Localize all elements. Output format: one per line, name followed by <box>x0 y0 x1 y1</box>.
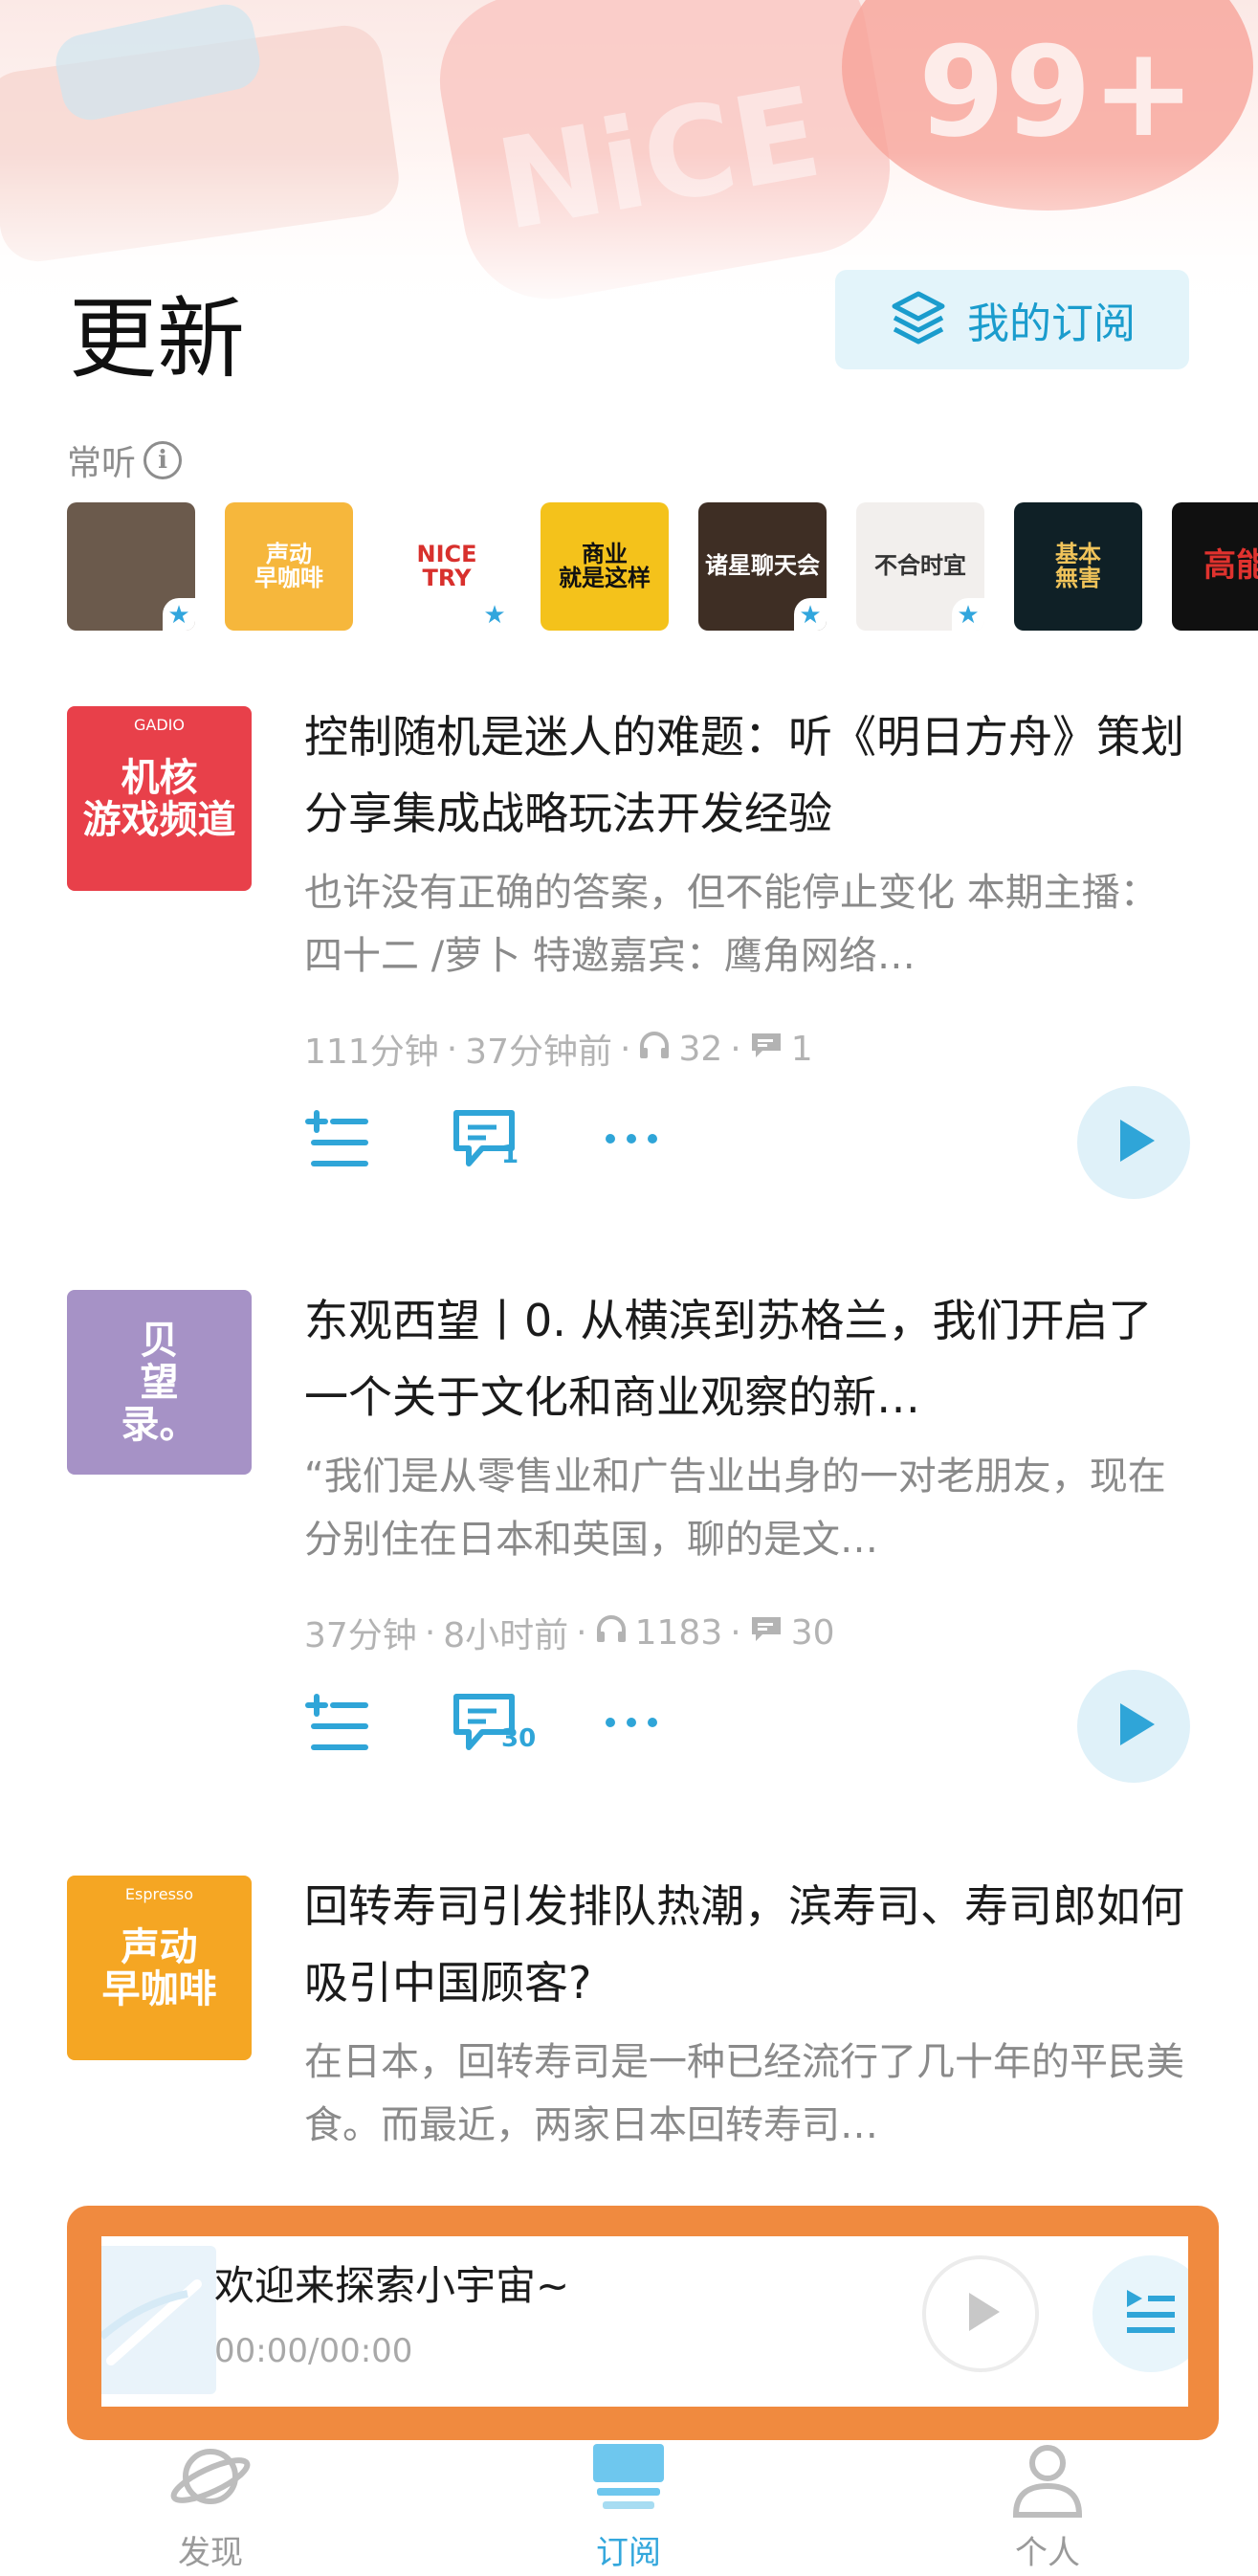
player-title: 欢迎来探索小宇宙~ <box>214 2262 570 2309</box>
tab-profile[interactable]: 个人 <box>952 2440 1143 2576</box>
bottom-tab-bar: 发现 订阅 个人 <box>0 2440 1258 2576</box>
subscription-stack-icon <box>585 2442 672 2519</box>
frequent-podcast-item[interactable]: 商业 就是这样 <box>541 502 669 631</box>
star-icon: ★ <box>794 598 827 631</box>
planet-icon <box>167 2442 254 2519</box>
star-icon: ★ <box>163 598 195 631</box>
mini-player-highlight: 欢迎来探索小宇宙~ 00:00/00:00 <box>67 2206 1219 2440</box>
episode-description: 在日本，回转寿司是一种已经流行了几十年的平民美食。而最近，两家日本回转寿司… <box>304 2040 1184 2147</box>
episode-cover-art: 贝 望 录。 <box>67 1290 252 1475</box>
podcast-cover-art: 基本 無害 <box>1014 502 1142 631</box>
frequent-podcast-item[interactable]: 声动 早咖啡 <box>225 502 353 631</box>
tab-discover[interactable]: 发现 <box>115 2440 306 2576</box>
frequent-podcast-item[interactable]: 高能 <box>1172 502 1258 631</box>
comment-icon[interactable]: 1 <box>452 1106 519 1171</box>
play-icon <box>958 2289 1004 2339</box>
my-subscriptions-label: 我的订阅 <box>967 300 1136 348</box>
episode-description: “我们是从零售业和广告业出身的一对老朋友，现在分别住在日本和英国，聊的是文… <box>304 1455 1166 1562</box>
more-options-icon[interactable] <box>599 1690 664 1755</box>
headphones-icon <box>638 1030 671 1069</box>
my-subscriptions-button[interactable]: 我的订阅 <box>835 270 1189 369</box>
add-to-queue-icon[interactable] <box>304 1690 369 1755</box>
play-icon <box>1109 1116 1159 1169</box>
comment-small-icon <box>749 1613 783 1653</box>
episode-title[interactable]: 控制随机是迷人的难题：听《明日方舟》策划分享集成战略玩法开发经验 <box>304 699 1184 852</box>
episode-card[interactable]: 贝 望 录。 东观西望丨0. 从横滨到苏格兰，我们开启了一个关于文化和商业观察的… <box>0 1282 1258 1818</box>
frequent-podcast-item[interactable]: 基本 無害 <box>1014 502 1142 631</box>
episode-meta: 37分钟 · 8小时前 · 1183 · 30 <box>304 1612 835 1656</box>
frequent-podcast-item[interactable]: 不合时宜 ★ <box>856 502 984 631</box>
playlist-icon <box>1123 2286 1179 2342</box>
more-options-icon[interactable] <box>599 1106 664 1171</box>
player-play-button[interactable] <box>922 2255 1039 2372</box>
tab-label: 个人 <box>1015 2534 1080 2572</box>
layers-icon <box>889 288 948 351</box>
episode-cover[interactable]: 声动 早咖啡 Espresso <box>67 1876 252 2060</box>
frequent-podcasts-row: ★ 声动 早咖啡 NICE TRY ★ 商业 就是这样 诸星聊天会 ★ 不合时宜 ★ … <box>67 502 1258 632</box>
star-icon: ★ <box>478 598 511 631</box>
episode-title[interactable]: 东观西望丨0. 从横滨到苏格兰，我们开启了一个关于文化和商业观察的新… <box>304 1282 1184 1435</box>
episode-cover[interactable]: 贝 望 录。 <box>67 1290 252 1475</box>
headphones-icon <box>595 1613 628 1653</box>
cover-small-caption: GADIO <box>134 716 185 734</box>
tab-label: 订阅 <box>596 2534 661 2572</box>
episode-card[interactable]: 声动 早咖啡 Espresso 回转寿司引发排队热潮，滨寿司、寿司郎如何吸引中国… <box>0 1868 1258 2206</box>
player-artwork[interactable] <box>101 2246 216 2394</box>
mini-player[interactable]: 欢迎来探索小宇宙~ 00:00/00:00 <box>101 2236 1188 2407</box>
episode-title[interactable]: 回转寿司引发排队热潮，滨寿司、寿司郎如何吸引中国顾客? <box>304 1868 1184 2021</box>
comment-count-badge: 30 <box>501 1724 537 1753</box>
frequent-podcast-item[interactable]: 诸星聊天会 ★ <box>698 502 827 631</box>
episode-card[interactable]: 机核 游戏频道 GADIO 控制随机是迷人的难题：听《明日方舟》策划分享集成战略… <box>0 699 1258 1234</box>
cover-small-caption: Espresso <box>124 1885 194 1903</box>
play-button[interactable] <box>1077 1086 1190 1199</box>
hero-badge-text: 99+ <box>918 19 1196 165</box>
tab-subscriptions[interactable]: 订阅 <box>533 2440 724 2576</box>
frequent-podcast-item[interactable]: NICE TRY ★ <box>383 502 511 631</box>
play-button[interactable] <box>1077 1670 1190 1783</box>
podcast-cover-art: 高能 <box>1172 502 1258 631</box>
comment-icon[interactable]: 30 <box>452 1690 536 1755</box>
playlist-button[interactable] <box>1092 2255 1188 2372</box>
tab-label: 发现 <box>178 2534 243 2572</box>
star-icon: ★ <box>952 598 984 631</box>
episode-description: 也许没有正确的答案，但不能停止变化 本期主播：四十二 /萝卜 特邀嘉宾：鹰角网络… <box>304 871 1159 978</box>
episode-meta: 111分钟 · 37分钟前 · 32 · 1 <box>304 1029 813 1073</box>
info-icon[interactable]: i <box>143 441 183 479</box>
player-time: 00:00/00:00 <box>214 2332 413 2370</box>
frequent-section-label: 常听 i <box>67 435 183 485</box>
play-icon <box>1109 1699 1159 1753</box>
add-to-queue-icon[interactable] <box>304 1106 369 1171</box>
frequent-podcast-item[interactable]: ★ <box>67 502 195 631</box>
page-title: 更新 <box>69 288 246 390</box>
comment-count-badge: 1 <box>501 1141 519 1169</box>
comment-small-icon <box>749 1030 783 1069</box>
podcast-cover-art: 声动 早咖啡 <box>225 502 353 631</box>
podcast-cover-art: 商业 就是这样 <box>541 502 669 631</box>
episode-cover[interactable]: 机核 游戏频道 GADIO <box>67 706 252 891</box>
person-icon <box>1004 2442 1091 2519</box>
